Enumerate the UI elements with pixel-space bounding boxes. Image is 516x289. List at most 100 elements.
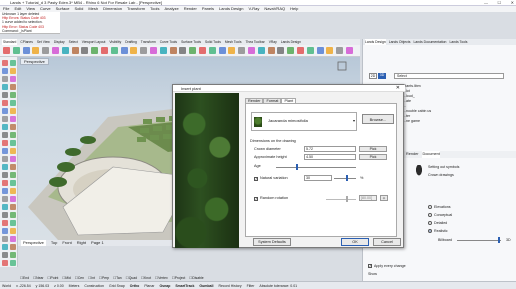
right-panel-tab[interactable]: Lands Design [365,39,386,45]
tool-icon[interactable] [218,47,226,54]
tool-icon[interactable] [130,47,138,54]
tool-icon[interactable] [248,47,255,54]
tool-icon[interactable] [2,260,8,266]
tool-icon[interactable] [10,172,16,178]
tool-icon[interactable] [297,47,304,54]
select-dropdown[interactable]: Select [394,73,504,79]
tool-icon[interactable] [208,47,216,54]
tool-icon[interactable] [2,156,8,162]
tool-icon[interactable] [110,47,118,54]
tool-icon[interactable] [2,148,8,154]
cancel-button[interactable]: Cancel [373,238,401,246]
tool-icon[interactable] [150,47,157,54]
menu-item[interactable]: Tools [150,6,159,12]
tool-icon[interactable] [10,204,16,210]
tool-icon[interactable] [159,47,167,54]
tool-icon[interactable] [10,60,16,66]
status-item[interactable]: Meters [69,282,80,289]
status-item[interactable]: Ortho [130,282,140,289]
right-panel-tab[interactable]: Lands Documentation [413,39,446,45]
tool-icon[interactable] [10,148,16,154]
menu-item[interactable]: Help [290,6,298,12]
tool-icon[interactable] [2,124,8,130]
viewport-label[interactable]: Perspective [20,58,49,65]
tool-icon[interactable] [2,244,8,250]
tool-icon[interactable] [3,47,10,54]
tool-icon[interactable] [2,108,8,114]
status-item[interactable]: y 156.03 [36,282,49,289]
random-rotation-slider[interactable] [326,199,356,200]
height-field[interactable]: 4.50 [304,154,356,160]
natural-variation-slider[interactable] [334,178,356,179]
doc-tab[interactable]: Document [422,151,440,158]
random-rotation-field[interactable]: [80.00] [359,195,377,201]
tool-icon[interactable] [2,172,8,178]
tool-icon[interactable] [326,47,334,54]
tool-icon[interactable] [2,132,8,138]
tool-icon[interactable] [238,47,246,54]
system-defaults-button[interactable]: System Defaults [253,238,291,246]
tool-icon[interactable] [169,47,177,54]
display-option[interactable]: Realistic [428,227,516,235]
ok-button[interactable]: OK [341,238,369,246]
tool-icon[interactable] [287,47,295,54]
tool-icon[interactable] [2,116,8,122]
tool-icon[interactable] [2,204,8,210]
status-item[interactable]: World [2,282,11,289]
status-item[interactable]: z 0.00 [54,282,64,289]
tool-icon[interactable] [10,188,16,194]
age-slider[interactable] [276,167,356,168]
tool-icon[interactable] [2,164,8,170]
tool-icon[interactable] [10,124,16,130]
doc-item[interactable]: Setting out symbols [428,163,516,171]
tool-icon[interactable] [10,100,16,106]
natural-variation-checkbox[interactable]: ✓ [254,177,258,181]
tool-icon[interactable] [277,47,285,54]
display-radio[interactable] [428,229,432,233]
viewport-tab[interactable]: Front [62,240,71,246]
tool-icon[interactable] [189,47,197,54]
menu-item[interactable]: Mesh [88,6,98,12]
tool-icon[interactable] [2,188,8,194]
menu-item[interactable]: V-Ray [249,6,260,12]
billboard-thumb[interactable] [498,237,500,243]
billboard-slider[interactable] [457,240,501,241]
display-option[interactable]: Detailed [428,219,516,227]
viewport-tab[interactable]: Page 1 [91,240,104,246]
status-item[interactable]: Record History [218,282,241,289]
natural-variation-thumb[interactable] [346,175,349,181]
tool-icon[interactable] [42,47,50,54]
status-item[interactable]: SmartTrack [175,282,194,289]
random-rotation-thumb[interactable] [346,196,348,202]
viewport-tab[interactable]: Perspective [21,240,46,246]
menu-item[interactable]: Analyze [164,6,178,12]
dim-2d-toggle[interactable]: 2D [369,73,377,79]
tool-icon[interactable] [61,47,69,54]
display-radio[interactable] [428,221,432,225]
tool-icon[interactable] [10,260,16,266]
viewport-tab[interactable]: Right [77,240,86,246]
status-item[interactable]: Filter [247,282,255,289]
tool-icon[interactable] [22,47,30,54]
random-rotation-picker[interactable]: ◈ [380,195,388,201]
tool-icon[interactable] [10,164,16,170]
menu-item[interactable]: Transform [127,6,145,12]
status-item[interactable]: x -226.54 [16,282,31,289]
tool-icon[interactable] [81,47,89,54]
display-radio[interactable] [428,213,432,217]
display-option[interactable]: Conceptual [428,211,516,219]
tool-icon[interactable] [91,47,99,54]
tool-icon[interactable] [10,156,16,162]
browse-button[interactable]: Browse... [362,114,394,124]
tool-icon[interactable] [10,108,16,114]
right-panel-tab[interactable]: Lands Tools [449,39,467,45]
dialog-close-icon[interactable]: ✕ [396,85,400,92]
tool-icon[interactable] [2,180,8,186]
tool-icon[interactable] [2,196,8,202]
status-item[interactable]: Absolute tolerance: 0.01 [259,282,297,289]
viewport-tab[interactable]: Top [51,240,57,246]
menu-item[interactable]: NavaVRAQ [264,6,285,12]
tool-icon[interactable] [316,47,324,54]
tool-icon[interactable] [10,76,16,82]
status-item[interactable]: Construction [84,282,104,289]
